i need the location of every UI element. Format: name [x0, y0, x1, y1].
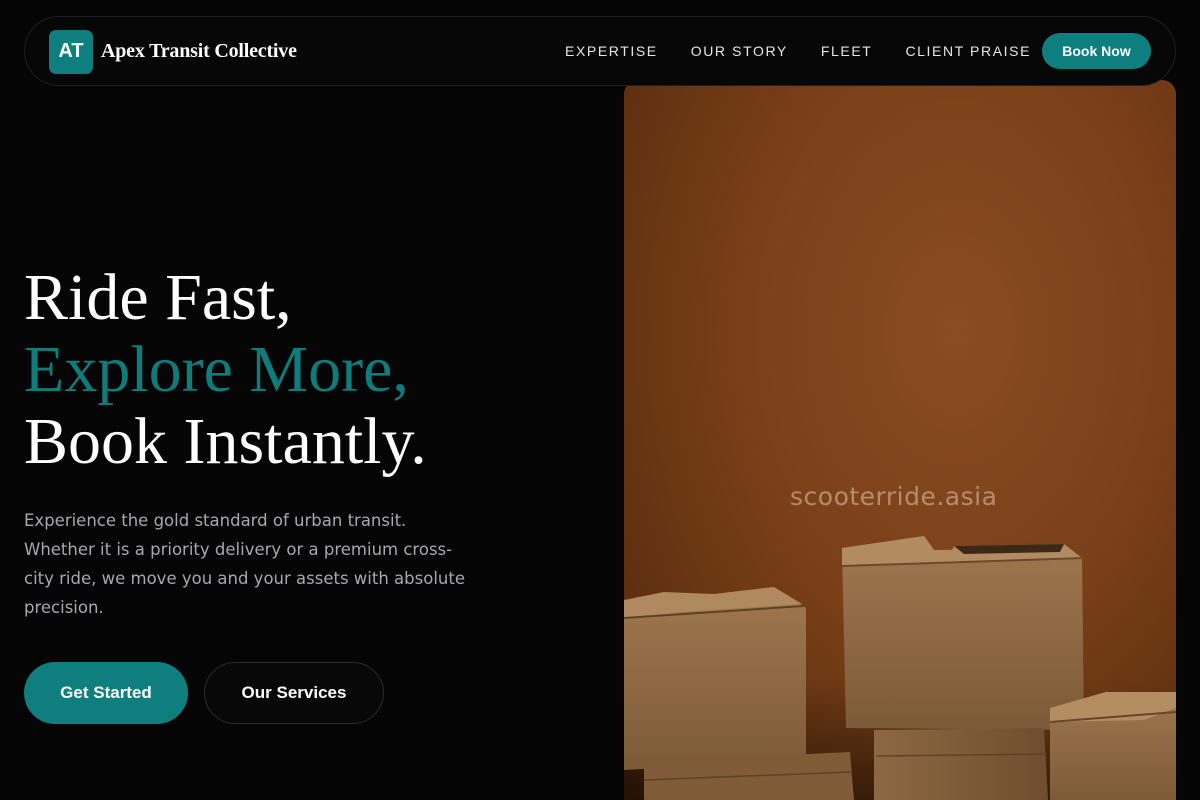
nav-links: EXPERTISE OUR STORY FLEET CLIENT PRAISE [565, 17, 1064, 85]
nav-link-fleet[interactable]: FLEET [821, 43, 873, 59]
cardboard-boxes-icon [624, 536, 1176, 800]
our-services-button[interactable]: Our Services [204, 662, 384, 724]
nav-link-client-praise[interactable]: CLIENT PRAISE [905, 43, 1031, 59]
book-now-button[interactable]: Book Now [1042, 33, 1151, 69]
hero-title-line-3: Book Instantly. [24, 405, 427, 478]
hero-title-line-2: Explore More, [24, 333, 409, 406]
image-watermark: scooterride.asia [790, 482, 998, 511]
nav-link-our-story[interactable]: OUR STORY [691, 43, 788, 59]
hero-title-line-1: Ride Fast, [24, 261, 292, 334]
nav-link-expertise[interactable]: EXPERTISE [565, 43, 658, 59]
hero-description: Experience the gold standard of urban tr… [24, 511, 465, 617]
brand-logo[interactable]: AT Apex Transit Collective [49, 29, 297, 74]
get-started-button[interactable]: Get Started [24, 662, 188, 724]
brand-badge-icon: AT [49, 29, 93, 74]
hero-image: scooterride.asia [624, 80, 1176, 800]
brand-name: Apex Transit Collective [101, 40, 297, 62]
hero-title: Ride Fast, Explore More, Book Instantly. [24, 262, 427, 478]
top-navbar: AT Apex Transit Collective EXPERTISE OUR… [24, 16, 1176, 86]
